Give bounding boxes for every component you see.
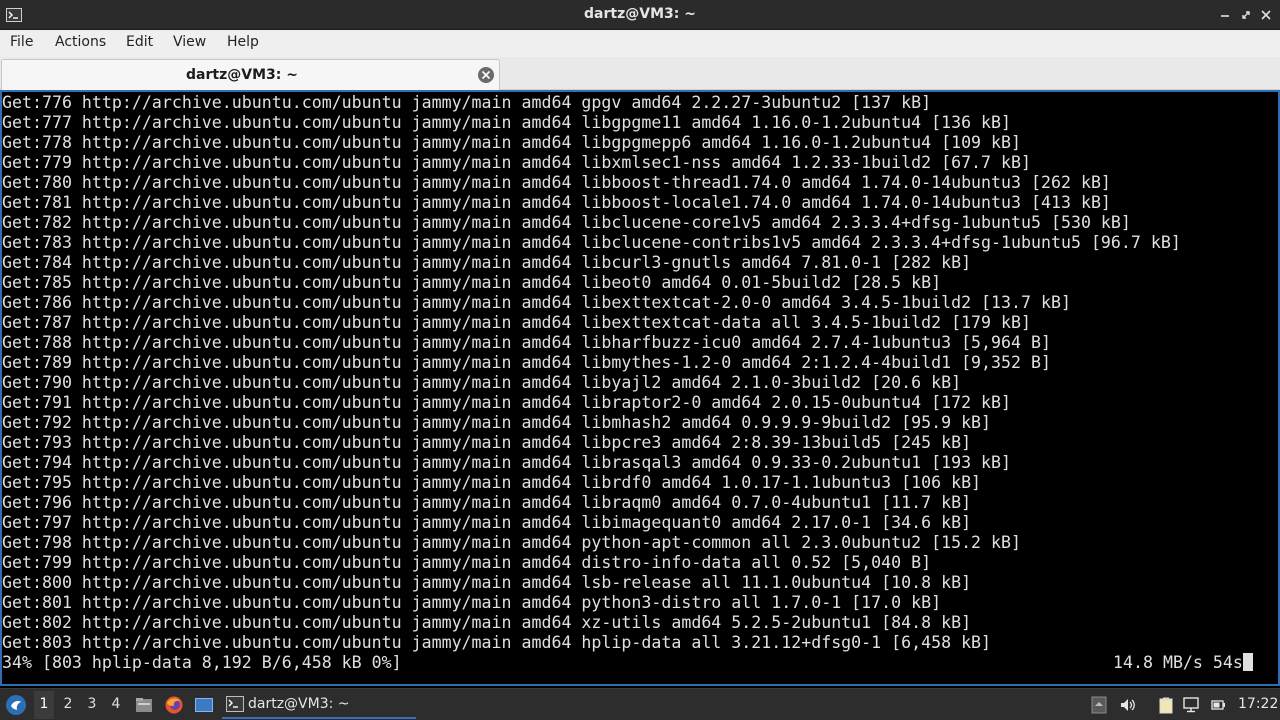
window-titlebar: dartz@VM3: ~ bbox=[0, 0, 1280, 30]
menu-file[interactable]: File bbox=[10, 34, 33, 50]
terminal-line: Get:792 http://archive.ubuntu.com/ubuntu… bbox=[2, 413, 992, 432]
terminal-line: Get:802 http://archive.ubuntu.com/ubuntu… bbox=[2, 613, 972, 632]
file-manager-icon[interactable] bbox=[134, 695, 154, 715]
download-speed: 14.8 MB/s 54s bbox=[1113, 653, 1253, 673]
menu-help[interactable]: Help bbox=[227, 34, 259, 50]
terminal-line: Get:798 http://archive.ubuntu.com/ubuntu… bbox=[2, 533, 1022, 552]
terminal-line: Get:793 http://archive.ubuntu.com/ubuntu… bbox=[2, 433, 972, 452]
workspace-4[interactable]: 4 bbox=[106, 696, 126, 712]
terminal-line: Get:783 http://archive.ubuntu.com/ubuntu… bbox=[2, 233, 1181, 252]
terminal-line: Get:794 http://archive.ubuntu.com/ubuntu… bbox=[2, 453, 1012, 472]
workspace-3[interactable]: 3 bbox=[82, 696, 102, 712]
desktop-icon[interactable] bbox=[194, 695, 214, 715]
workspace-2[interactable]: 2 bbox=[58, 696, 78, 712]
terminal-line: Get:780 http://archive.ubuntu.com/ubuntu… bbox=[2, 173, 1111, 192]
terminal-line: Get:784 http://archive.ubuntu.com/ubuntu… bbox=[2, 253, 972, 272]
terminal-line: Get:800 http://archive.ubuntu.com/ubuntu… bbox=[2, 573, 972, 592]
tab-close-icon[interactable] bbox=[477, 66, 495, 84]
tab-terminal[interactable]: dartz@VM3: ~ bbox=[1, 59, 500, 90]
terminal-line: Get:785 http://archive.ubuntu.com/ubuntu… bbox=[2, 273, 942, 292]
network-icon[interactable] bbox=[1182, 696, 1200, 714]
menu-edit[interactable]: Edit bbox=[126, 34, 153, 50]
terminal-icon bbox=[226, 696, 244, 712]
terminal-line: Get:788 http://archive.ubuntu.com/ubuntu… bbox=[2, 333, 1051, 352]
tab-bar: dartz@VM3: ~ bbox=[0, 57, 1280, 90]
volume-icon[interactable] bbox=[1119, 696, 1137, 714]
taskbar: 1 2 3 4 dartz@VM3: ~ 17:22 bbox=[0, 688, 1280, 720]
terminal-line: Get:790 http://archive.ubuntu.com/ubuntu… bbox=[2, 373, 962, 392]
firefox-icon[interactable] bbox=[164, 695, 184, 715]
terminal-line: Get:791 http://archive.ubuntu.com/ubuntu… bbox=[2, 393, 1012, 412]
terminal-line: Get:776 http://archive.ubuntu.com/ubuntu… bbox=[2, 93, 932, 112]
terminal-line: Get:803 http://archive.ubuntu.com/ubuntu… bbox=[2, 633, 992, 652]
terminal-line: Get:799 http://archive.ubuntu.com/ubuntu… bbox=[2, 553, 932, 572]
speed-text: 14.8 MB/s 54s bbox=[1113, 653, 1243, 672]
notes-icon[interactable] bbox=[1090, 696, 1108, 714]
power-icon[interactable] bbox=[1210, 696, 1228, 714]
close-icon[interactable] bbox=[1258, 7, 1274, 23]
task-label: dartz@VM3: ~ bbox=[248, 696, 350, 712]
terminal-line: Get:778 http://archive.ubuntu.com/ubuntu… bbox=[2, 133, 1022, 152]
terminal-line: Get:787 http://archive.ubuntu.com/ubuntu… bbox=[2, 313, 1031, 332]
terminal-cursor bbox=[1242, 653, 1253, 671]
terminal-line: Get:796 http://archive.ubuntu.com/ubuntu… bbox=[2, 493, 972, 512]
terminal-line: Get:795 http://archive.ubuntu.com/ubuntu… bbox=[2, 473, 982, 492]
taskbar-task-terminal[interactable]: dartz@VM3: ~ bbox=[222, 691, 416, 719]
terminal-lines: Get:776 http://archive.ubuntu.com/ubuntu… bbox=[2, 93, 1262, 653]
menu-view[interactable]: View bbox=[173, 34, 206, 50]
minimize-icon[interactable] bbox=[1217, 7, 1233, 23]
window-title: dartz@VM3: ~ bbox=[584, 6, 696, 22]
terminal-output[interactable]: Get:776 http://archive.ubuntu.com/ubuntu… bbox=[0, 90, 1280, 686]
progress-line: 34% [803 hplip-data 8,192 B/6,458 kB 0%] bbox=[2, 653, 402, 672]
clock: 17:22 bbox=[1238, 696, 1279, 712]
terminal-line: Get:786 http://archive.ubuntu.com/ubuntu… bbox=[2, 293, 1071, 312]
clipboard-icon[interactable] bbox=[1157, 696, 1175, 714]
menu-actions[interactable]: Actions bbox=[55, 34, 106, 50]
terminal-line: Get:797 http://archive.ubuntu.com/ubuntu… bbox=[2, 513, 972, 532]
start-menu-icon[interactable] bbox=[5, 694, 27, 716]
terminal-line: Get:782 http://archive.ubuntu.com/ubuntu… bbox=[2, 213, 1131, 232]
menubar: File Actions Edit View Help bbox=[0, 30, 1280, 57]
terminal-line: Get:781 http://archive.ubuntu.com/ubuntu… bbox=[2, 193, 1111, 212]
terminal-line: Get:801 http://archive.ubuntu.com/ubuntu… bbox=[2, 593, 942, 612]
maximize-icon[interactable] bbox=[1238, 7, 1254, 23]
terminal-line: Get:777 http://archive.ubuntu.com/ubuntu… bbox=[2, 113, 1012, 132]
terminal-line: Get:779 http://archive.ubuntu.com/ubuntu… bbox=[2, 153, 1031, 172]
terminal-line: Get:789 http://archive.ubuntu.com/ubuntu… bbox=[2, 353, 1051, 372]
tab-label: dartz@VM3: ~ bbox=[186, 67, 298, 83]
workspace-1[interactable]: 1 bbox=[34, 691, 54, 719]
